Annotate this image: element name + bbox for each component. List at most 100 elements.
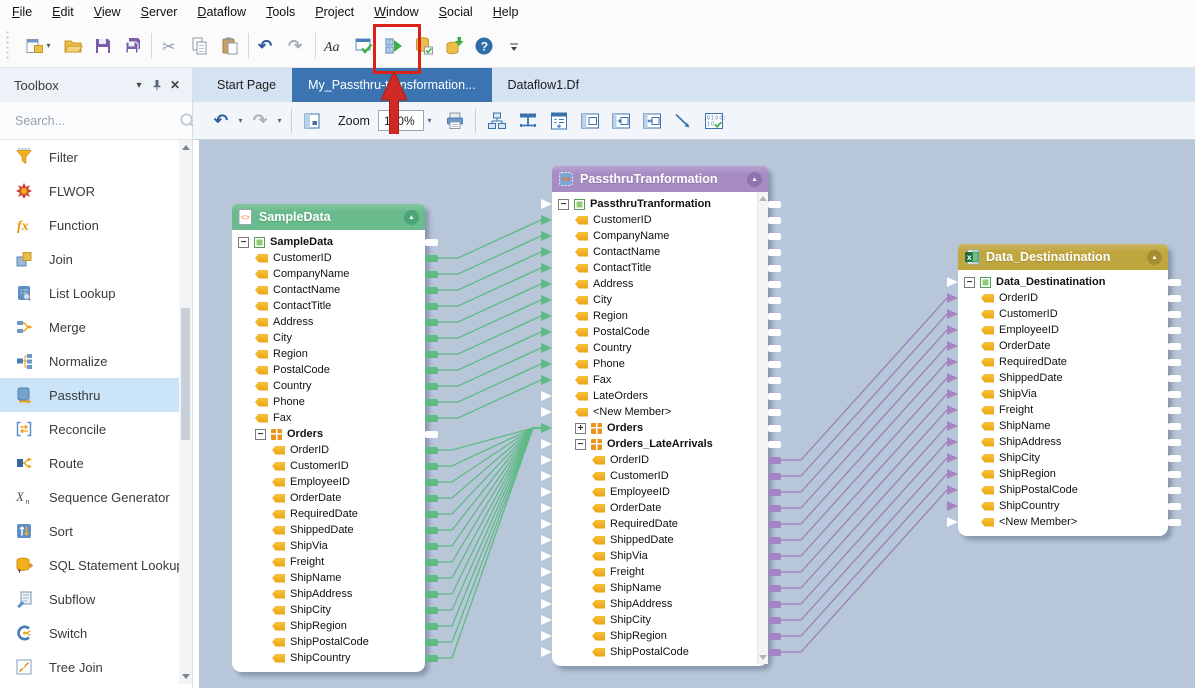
undo-button[interactable]: ↶ xyxy=(252,29,282,63)
expand-toggle-icon[interactable]: − xyxy=(575,439,586,450)
input-port[interactable] xyxy=(541,535,552,545)
tree-layout-button[interactable] xyxy=(513,107,544,135)
output-port[interactable] xyxy=(425,639,438,646)
tree-row[interactable]: CustomerID xyxy=(958,306,1168,322)
output-port[interactable] xyxy=(425,655,438,662)
tab-start-page[interactable]: Start Page xyxy=(201,68,292,102)
layout-panel-button[interactable] xyxy=(298,107,326,135)
dropdown-caret-icon[interactable]: ▾ xyxy=(46,41,50,50)
toolbar-grip-handle[interactable] xyxy=(5,30,10,62)
tree-row[interactable]: ShipCity xyxy=(958,450,1168,466)
scroll-up-icon[interactable] xyxy=(759,196,767,201)
tree-row[interactable]: City xyxy=(552,292,768,308)
output-port[interactable] xyxy=(768,361,781,368)
input-port[interactable] xyxy=(541,503,552,513)
expand-toggle-icon[interactable]: − xyxy=(558,199,569,210)
input-port[interactable] xyxy=(541,327,552,337)
output-port[interactable] xyxy=(768,393,781,400)
tree-row[interactable]: Country xyxy=(552,340,768,356)
tree-row[interactable]: Phone xyxy=(552,356,768,372)
input-port[interactable] xyxy=(541,567,552,577)
menu-tools[interactable]: Tools xyxy=(256,0,305,24)
output-port[interactable] xyxy=(1168,391,1181,398)
output-port[interactable] xyxy=(1168,327,1181,334)
tree-row[interactable]: ShipRegion xyxy=(552,628,768,644)
tree-row[interactable]: OrderDate xyxy=(958,338,1168,354)
menu-social[interactable]: Social xyxy=(429,0,483,24)
output-port[interactable] xyxy=(425,623,438,630)
output-port[interactable] xyxy=(425,511,438,518)
output-port[interactable] xyxy=(425,463,438,470)
print-button[interactable] xyxy=(441,107,469,135)
input-port[interactable] xyxy=(947,373,958,383)
input-port[interactable] xyxy=(947,325,958,335)
tree-row[interactable]: ShipRegion xyxy=(958,466,1168,482)
expand-toggle-icon[interactable]: + xyxy=(575,423,586,434)
menu-project[interactable]: Project xyxy=(305,0,364,24)
tree-row[interactable]: −Data_Destinatination xyxy=(958,274,1168,290)
menu-dataflow[interactable]: Dataflow xyxy=(187,0,256,24)
toolbox-item-join[interactable]: Join xyxy=(0,242,192,276)
database-deploy-button[interactable] xyxy=(439,29,469,63)
redo-button-2[interactable]: ↷ xyxy=(246,107,274,135)
output-port[interactable] xyxy=(425,399,438,406)
toolbox-dropdown-icon[interactable]: ▾ xyxy=(130,80,148,91)
tree-row[interactable]: ShipPostalCode xyxy=(552,644,768,660)
tree-row[interactable]: OrderID xyxy=(958,290,1168,306)
input-port[interactable] xyxy=(947,501,958,511)
tree-row[interactable]: CustomerID xyxy=(552,212,768,228)
toolbox-item-tree-join[interactable]: Tree Join xyxy=(0,650,192,684)
toolbox-item-passthru[interactable]: Passthru xyxy=(0,378,192,412)
undo-button-2[interactable]: ↶ xyxy=(207,107,235,135)
menu-help[interactable]: Help xyxy=(483,0,529,24)
output-port[interactable] xyxy=(425,239,438,246)
output-port[interactable] xyxy=(768,553,781,560)
input-port[interactable] xyxy=(541,583,552,593)
tree-row[interactable]: RequiredDate xyxy=(232,506,425,522)
output-port[interactable] xyxy=(425,367,438,374)
input-port[interactable] xyxy=(541,551,552,561)
output-port[interactable] xyxy=(425,495,438,502)
output-port[interactable] xyxy=(425,559,438,566)
tree-row[interactable]: ShipVia xyxy=(958,386,1168,402)
output-port[interactable] xyxy=(768,569,781,576)
input-port[interactable] xyxy=(947,485,958,495)
output-port[interactable] xyxy=(425,415,438,422)
output-port[interactable] xyxy=(425,335,438,342)
output-port[interactable] xyxy=(1168,359,1181,366)
input-port[interactable] xyxy=(947,277,958,287)
input-port[interactable] xyxy=(947,405,958,415)
tree-row[interactable]: ShipPostalCode xyxy=(232,634,425,650)
input-port[interactable] xyxy=(541,631,552,641)
input-port[interactable] xyxy=(541,391,552,401)
menu-edit[interactable]: Edit xyxy=(42,0,84,24)
pin-icon[interactable] xyxy=(148,79,166,91)
input-port[interactable] xyxy=(947,469,958,479)
input-port[interactable] xyxy=(541,279,552,289)
output-port[interactable] xyxy=(1168,375,1181,382)
scrollbar-thumb[interactable] xyxy=(181,308,190,440)
output-port[interactable] xyxy=(425,431,438,438)
output-port[interactable] xyxy=(425,447,438,454)
output-port[interactable] xyxy=(1168,519,1181,526)
input-port[interactable] xyxy=(947,341,958,351)
panel-double-arrow-button[interactable] xyxy=(637,107,668,135)
cut-button[interactable]: ✂ xyxy=(155,29,185,63)
menu-view[interactable]: View xyxy=(84,0,131,24)
output-port[interactable] xyxy=(1168,295,1181,302)
tree-row[interactable]: Fax xyxy=(552,372,768,388)
input-port[interactable] xyxy=(541,439,552,449)
toolbox-item-switch[interactable]: Switch xyxy=(0,616,192,650)
tree-row[interactable]: ShippedDate xyxy=(232,522,425,538)
node-header[interactable]: xData_Destinatination▲ xyxy=(958,244,1168,270)
tree-row[interactable]: CompanyName xyxy=(232,266,425,282)
new-button[interactable]: ▾ xyxy=(18,29,58,63)
tree-row[interactable]: ShipVia xyxy=(232,538,425,554)
copy-button[interactable] xyxy=(185,29,215,63)
output-port[interactable] xyxy=(425,351,438,358)
tree-row[interactable]: ContactTitle xyxy=(552,260,768,276)
output-port[interactable] xyxy=(425,287,438,294)
tree-row[interactable]: EmployeeID xyxy=(958,322,1168,338)
tree-row[interactable]: Phone xyxy=(232,394,425,410)
output-port[interactable] xyxy=(425,575,438,582)
